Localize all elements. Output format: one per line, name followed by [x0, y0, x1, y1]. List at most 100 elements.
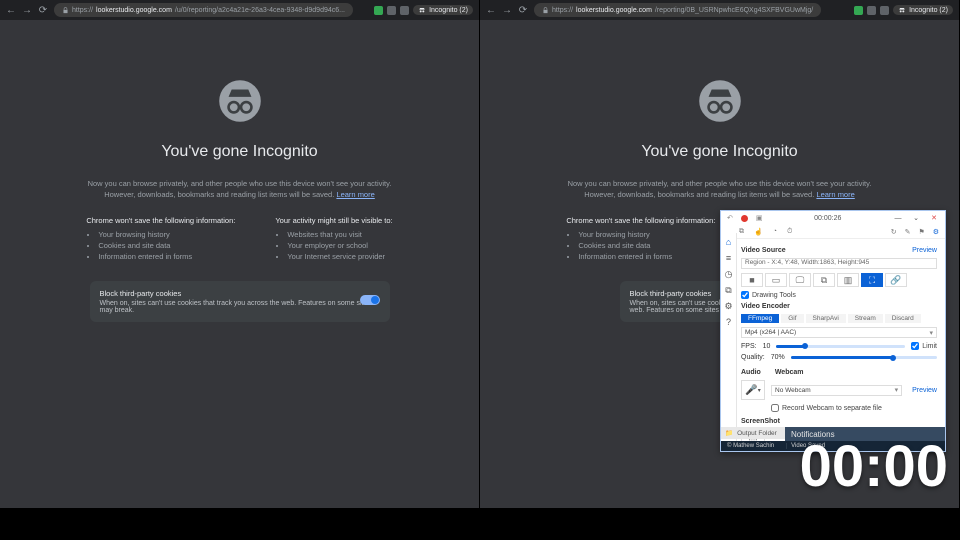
incognito-chip[interactable]: Incognito (2)	[893, 5, 953, 15]
sync-icon[interactable]: ↻	[891, 228, 897, 236]
cookie-title: Block third-party cookies	[100, 289, 380, 298]
home-tab[interactable]: ⌂	[724, 237, 734, 247]
cookie-body: When on, sites can't use cookies that tr…	[100, 300, 380, 314]
help-tab[interactable]: ?	[724, 317, 734, 327]
list-tab[interactable]: ≡	[724, 253, 734, 263]
fullscreen-source-button[interactable]: ⛶	[861, 273, 883, 287]
webcam-preview-link[interactable]: Preview	[912, 387, 937, 394]
reload-button[interactable]: ⟳	[518, 5, 528, 15]
author-label: © Mathew Sachin	[727, 443, 774, 449]
timer-icon[interactable]: ⏱	[787, 228, 792, 236]
extension-icon-2[interactable]	[400, 6, 409, 15]
extension-icon[interactable]	[854, 6, 863, 15]
forward-button[interactable]: →	[502, 5, 512, 15]
url-scheme: https://	[72, 7, 93, 14]
tab-ffmpeg[interactable]: FFmpeg	[741, 314, 779, 323]
list-item: Your browsing history	[98, 230, 235, 239]
list-item: Cookies and site data	[98, 241, 235, 250]
incognito-icon	[418, 6, 426, 14]
monitor-source-button[interactable]: ▥	[837, 273, 859, 287]
url-path: /u/0/reporting/a2c4a21e-26a3-4cea-9348-d…	[175, 7, 345, 14]
screenshot-label: ScreenShot	[741, 418, 780, 425]
region-source-button[interactable]: ⧉	[813, 273, 835, 287]
preview-link[interactable]: Preview	[912, 247, 937, 254]
extensions-button[interactable]	[867, 6, 876, 15]
limit-label: Limit	[922, 343, 937, 350]
incognito-hero-icon	[214, 75, 266, 127]
list-item: Cookies and site data	[578, 241, 715, 250]
incognito-chip-label: Incognito (2)	[429, 7, 468, 14]
learn-more-link[interactable]: Learn more	[816, 190, 854, 199]
drawing-tools-label: Drawing Tools	[752, 292, 796, 299]
address-bar[interactable]: https://lookerstudio.google.com/reportin…	[534, 3, 821, 17]
window-source-button[interactable]: ▭	[765, 273, 787, 287]
list-item: Websites that you visit	[287, 230, 392, 239]
clock-tab[interactable]: ◷	[724, 269, 734, 279]
list-item: Your Internet service provider	[287, 252, 392, 261]
back-button[interactable]: ←	[6, 5, 16, 15]
cookie-toggle[interactable]	[360, 295, 380, 305]
screen-source-button[interactable]: 🖵	[789, 273, 811, 287]
list-item: Information entered in forms	[98, 252, 235, 261]
edit-icon[interactable]: ✎	[905, 228, 911, 236]
fps-slider[interactable]	[776, 345, 905, 348]
codec-select[interactable]: Mp4 (x264 | AAC)▾	[741, 327, 937, 338]
tab-sharpavi[interactable]: SharpAvi	[806, 314, 846, 323]
forward-button[interactable]: →	[22, 5, 32, 15]
browser-window-left: ← → ⟳ https://lookerstudio.google.com/u/…	[0, 0, 480, 508]
webcam-select[interactable]: No Webcam▾	[771, 385, 902, 396]
tab-stream[interactable]: Stream	[848, 314, 883, 323]
screenshot-icon[interactable]: ⧉	[739, 228, 744, 236]
incognito-page: You've gone Incognito Now you can browse…	[0, 20, 479, 508]
cursor-icon[interactable]: ☝	[754, 228, 763, 236]
webcam-separate-checkbox[interactable]	[771, 404, 779, 412]
drawing-tools-checkbox[interactable]	[741, 291, 749, 299]
back-button[interactable]: ←	[486, 5, 496, 15]
minimize-button[interactable]: —	[893, 215, 903, 222]
close-button[interactable]: ✕	[929, 214, 939, 222]
address-bar[interactable]: https://lookerstudio.google.com/u/0/repo…	[54, 3, 353, 17]
toolbar: ← → ⟳ https://lookerstudio.google.com/u/…	[0, 0, 479, 20]
extensions-button[interactable]	[387, 6, 396, 15]
overlay-clock: 00:00	[800, 433, 948, 500]
region-input[interactable]: Region - X:4, Y:48, Width:1863, Height:9…	[741, 258, 937, 269]
captura-titlebar[interactable]: ↶ ▣ 00:00:26 — ⌄ ✕	[721, 211, 945, 225]
flag-icon[interactable]: ⚑	[918, 228, 924, 236]
wont-save-column: Chrome won't save the following informat…	[566, 216, 715, 263]
captura-window[interactable]: ↶ ▣ 00:00:26 — ⌄ ✕ ⧉ ☝ ◔ ⏱ ↻ ✎ ⚑ ⚙ ⌂ ≡ ◷…	[720, 210, 946, 452]
gear-icon[interactable]: ⚙	[933, 228, 939, 236]
limit-checkbox[interactable]	[911, 342, 919, 350]
lock-icon	[62, 7, 69, 14]
captura-toolbar: ⧉ ☝ ◔ ⏱ ↻ ✎ ⚑ ⚙	[721, 225, 945, 239]
audio-mic-button[interactable]: 🎤▾	[741, 380, 765, 400]
incognito-chip[interactable]: Incognito (2)	[413, 5, 473, 15]
webcam-source-button[interactable]: ■	[741, 273, 763, 287]
settings-tab[interactable]: ⚙	[724, 301, 734, 311]
clicks-icon[interactable]: ◔	[773, 228, 777, 235]
tab-gif[interactable]: Gif	[781, 314, 803, 323]
incognito-title: You've gone Incognito	[161, 143, 317, 161]
camera-icon[interactable]: ▣	[756, 214, 763, 222]
quality-slider[interactable]	[791, 356, 937, 359]
incognito-blurb: Now you can browse privately, and other …	[88, 179, 392, 200]
quality-label: Quality:	[741, 354, 765, 361]
learn-more-link[interactable]: Learn more	[336, 190, 374, 199]
crop-tab[interactable]: ⧉	[724, 285, 734, 295]
link-source-button[interactable]: 🔗	[885, 273, 907, 287]
fps-label: FPS:	[741, 343, 757, 350]
expand-button[interactable]: ⌄	[911, 214, 921, 222]
url-host: lookerstudio.google.com	[96, 7, 172, 14]
elapsed-time: 00:00:26	[814, 215, 841, 222]
undo-icon[interactable]: ↶	[727, 214, 733, 222]
extension-icon[interactable]	[374, 6, 383, 15]
tab-discard[interactable]: Discard	[885, 314, 921, 323]
reload-button[interactable]: ⟳	[38, 5, 48, 15]
list-item: Your employer or school	[287, 241, 392, 250]
source-buttons: ■ ▭ 🖵 ⧉ ▥ ⛶ 🔗	[741, 273, 907, 287]
extension-icon-2[interactable]	[880, 6, 889, 15]
record-button[interactable]	[741, 215, 748, 222]
lock-icon	[542, 7, 549, 14]
incognito-title: You've gone Incognito	[641, 143, 797, 161]
quality-value: 70%	[771, 354, 785, 361]
incognito-hero-icon	[694, 75, 746, 127]
